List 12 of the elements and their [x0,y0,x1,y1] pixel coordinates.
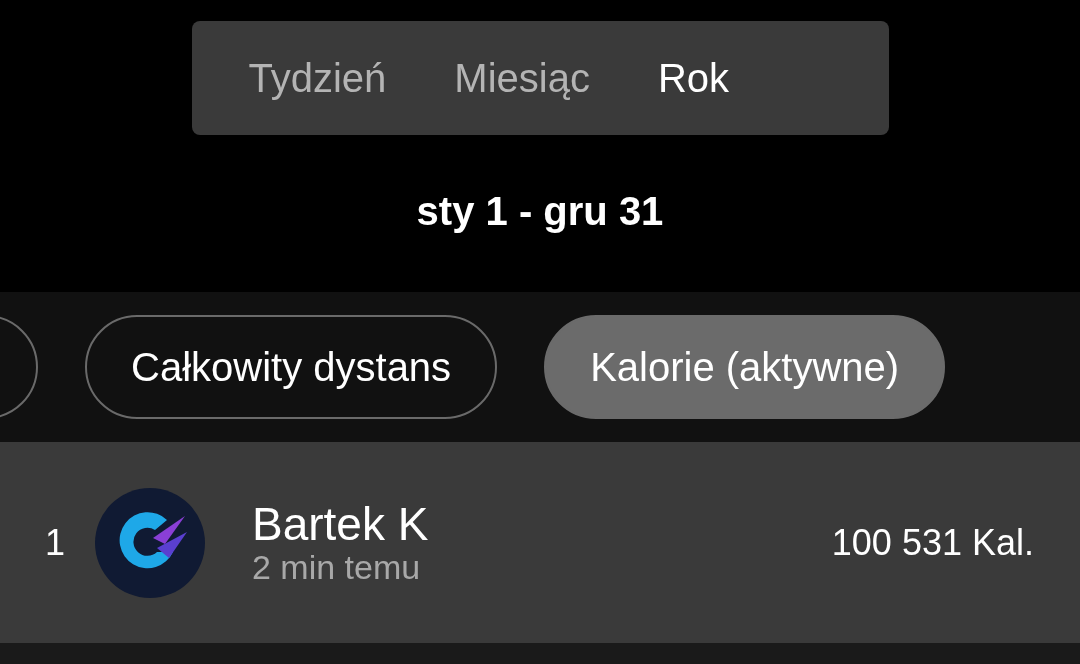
date-range: sty 1 - gru 31 [415,191,665,231]
filter-chip[interactable]: Całkowity dystans [85,315,498,419]
calories-value: 100 531 Kal. [831,520,1034,565]
filter-chip[interactable]: Kalorie (aktywne) [544,315,946,419]
leaderboard-row[interactable]: 1 Bartek K 2 min temu 100 531 Kal. [0,442,1080,643]
user-name: Bartek K [252,498,429,550]
last-active-time: 2 min temu [252,549,422,587]
period-tab[interactable]: Rok [657,21,730,135]
avatar-icon [95,487,205,598]
rank-number: 1 [45,520,67,565]
period-tab[interactable]: Tydzień [248,21,387,135]
period-tab[interactable]: Miesiąc [454,21,590,135]
